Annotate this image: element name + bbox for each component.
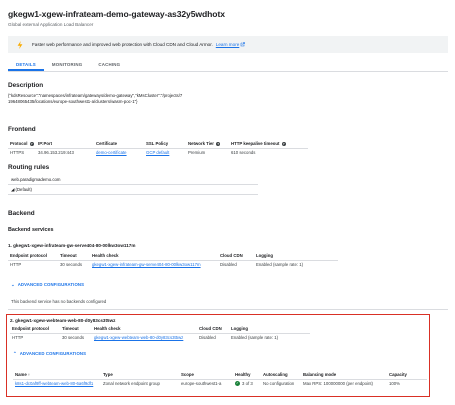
sort-arrow-icon: ↑ (27, 371, 30, 377)
frontend-heading: Frontend (8, 126, 36, 133)
tab-monitoring[interactable]: MONITORING (44, 58, 90, 71)
frontend-table: Protocol ? IP:Port Certificate SSL Polic… (8, 139, 308, 157)
table-row: k8s1-dc0af9ff-webteam-web-80-6a6f9df1 Zo… (13, 379, 427, 388)
backend-heading: Backend (8, 210, 35, 217)
health-check-link[interactable]: gkegw1-xgew-infrateam-gw-serve404-80-00l… (90, 260, 218, 269)
backend-service-2-table: Endpoint protocol Timeout Health check C… (10, 324, 310, 342)
backend-service-2-title: 2. gkegw1-xgew-webteam-web-80-d0y83cs3t5… (10, 318, 116, 323)
tab-details[interactable]: DETAILS (8, 58, 44, 71)
cell-capacity: 100% (389, 381, 400, 387)
health-check-link[interactable]: gkegw1-xgew-webteam-web-80-d0y83cs3t5wz (92, 333, 197, 342)
col-endpoint-protocol: Endpoint protocol (8, 251, 58, 261)
description-text: {"kdsResource":"namespaces/infrateam/gat… (8, 93, 183, 104)
backend-name-link[interactable]: k8s1-dc0af9ff-webteam-web-80-6a6f9df1 (13, 379, 101, 388)
tab-caching[interactable]: CACHING (90, 58, 128, 71)
page-title: gkegw1-xgew-infrateam-demo-gateway-as32y… (8, 9, 225, 19)
tab-bar: DETAILS MONITORING CACHING (8, 58, 448, 72)
col-type: Type (101, 370, 179, 380)
col-autoscaling: Autoscaling (261, 370, 301, 380)
col-cloud-cdn: Cloud CDN (218, 251, 254, 261)
cell-timeout: 30 seconds (62, 335, 84, 341)
page-subtitle: Global external Application Load Balance… (8, 22, 94, 27)
backend-services-heading: Backend services (8, 227, 54, 233)
table-row: HTTPS 34.96.153.219:443 demo-certificate… (8, 148, 308, 157)
table-row: HTTP 30 seconds gkegw1-xgew-webteam-web-… (10, 333, 310, 342)
col-name[interactable]: Name ↑ (13, 370, 101, 380)
col-health-check: Health check (92, 324, 197, 334)
promo-banner: Faster web performance and improved web … (8, 36, 448, 53)
backend-service-1-title: 1. gkegw1-xgew-infrateam-gw-serve404-80-… (8, 243, 136, 248)
divider (8, 309, 448, 310)
advanced-configurations-toggle-1[interactable]: ⌄ ADVANCED CONFIGURATIONS (11, 282, 84, 288)
cell-logging: Enabled (sample rate: 1) (231, 335, 279, 341)
help-icon[interactable]: ? (281, 141, 286, 146)
cell-cloud-cdn: Disabled (220, 262, 237, 268)
check-circle-icon: ✓ (235, 381, 240, 387)
col-health-check: Health check (90, 251, 218, 261)
routing-rules-list: web.paradigmademo.com ◢ (Default) (8, 175, 258, 195)
chevron-down-icon: ⌄ (11, 282, 15, 287)
cell-balancing-mode: Max RPS: 100000000 (per endpoint) (303, 381, 373, 387)
cell-scope: europe-southwest1-a (181, 381, 222, 387)
cell-keepalive: 610 seconds (231, 150, 256, 156)
table-row: HTTP 30 seconds gkegw1-xgew-infrateam-gw… (8, 260, 338, 269)
cell-autoscaling: No configuration (263, 381, 295, 387)
help-icon[interactable]: ? (216, 141, 221, 146)
cell-endpoint-protocol: HTTP (10, 262, 22, 268)
load-balancer-details-page: gkegw1-xgew-infrateam-demo-gateway-as32y… (0, 0, 455, 405)
cell-protocol: HTTPS (10, 150, 25, 156)
frontend-col-protocol: Protocol ? (8, 139, 36, 149)
lightning-icon (17, 40, 23, 49)
description-heading: Description (8, 82, 44, 89)
frontend-col-ssl-policy: SSL Policy (144, 139, 186, 149)
routing-heading: Routing rules (8, 164, 50, 171)
cell-network-tier: Premium (188, 150, 206, 156)
col-scope: Scope (179, 370, 233, 380)
cell-endpoint-protocol: HTTP (12, 335, 24, 341)
col-logging: Logging (254, 251, 338, 261)
external-link-icon (240, 42, 246, 47)
backends-table: Name ↑ Type Scope Healthy Autoscaling Ba… (13, 370, 427, 388)
col-capacity: Capacity (387, 370, 427, 380)
col-cloud-cdn: Cloud CDN (197, 324, 229, 334)
cell-ipport: 34.96.153.219:443 (38, 150, 74, 156)
col-endpoint-protocol: Endpoint protocol (10, 324, 60, 334)
backend-service-1-table: Endpoint protocol Timeout Health check C… (8, 251, 338, 269)
learn-more-link[interactable]: Learn more (216, 42, 240, 47)
col-timeout: Timeout (60, 324, 92, 334)
cell-timeout: 30 seconds (60, 262, 82, 268)
col-balancing-mode: Balancing mode (301, 370, 387, 380)
col-healthy: Healthy (233, 370, 261, 380)
frontend-col-certificate: Certificate (94, 139, 144, 149)
expand-arrow-icon[interactable]: ◢ (11, 187, 14, 192)
cell-cloud-cdn: Disabled (199, 335, 216, 341)
cell-logging: Enabled (sample rate: 1) (256, 262, 304, 268)
banner-text: Faster web performance and improved web … (32, 42, 213, 47)
advanced-configurations-toggle-2[interactable]: ⌃ ADVANCED CONFIGURATIONS (13, 351, 86, 357)
routing-rule-host: web.paradigmademo.com (8, 175, 258, 185)
ssl-policy-link[interactable]: GCP default (144, 148, 186, 157)
cell-type: Zonal network endpoint group (103, 381, 160, 387)
help-icon[interactable]: ? (29, 141, 34, 146)
routing-rule-default: ◢ (Default) (8, 185, 258, 195)
col-logging: Logging (229, 324, 310, 334)
no-backends-note: This backend service has no backends con… (11, 299, 107, 304)
chevron-up-icon: ⌃ (13, 351, 17, 356)
cell-healthy: ✓ 3 of 3 (235, 381, 253, 387)
certificate-link[interactable]: demo-certificate (94, 148, 144, 157)
frontend-col-network-tier: Network Tier ? (186, 139, 229, 149)
frontend-col-ipport: IP:Port (36, 139, 94, 149)
col-timeout: Timeout (58, 251, 90, 261)
frontend-col-keepalive: HTTP keepalive timeout ? (229, 139, 308, 149)
